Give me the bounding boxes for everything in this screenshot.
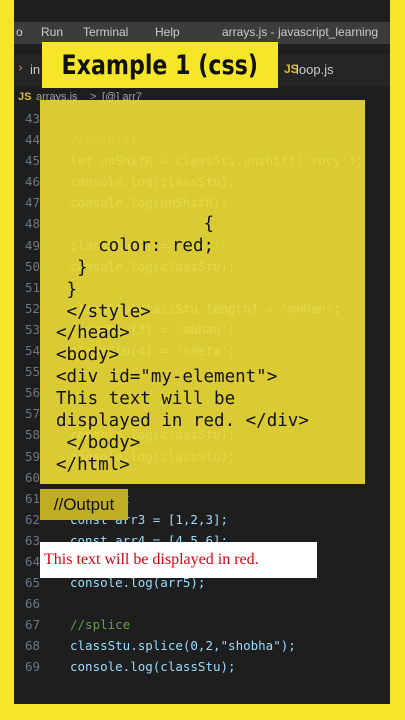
css-code-line: </body> [56,432,141,453]
css-code-line: { [56,214,215,234]
line-number: 43 [24,111,40,126]
menu-item-run[interactable]: Run [41,25,63,39]
line-number: 56 [24,385,40,401]
css-snippet: { color: red; } } </style> </head> <body> <… [56,214,309,477]
css-code-line: displayed in red. </div> [56,411,309,432]
line-number: 69 [24,659,40,675]
line-number: 66 [24,596,40,612]
css-code-line: This text will be [56,389,236,410]
line-number: 62 [24,511,40,527]
css-code-line: </html> [56,454,130,475]
js-file-icon: JS [18,91,32,103]
code-line[interactable]: 68 classStu.splice(0,2,"shobha"); [14,635,390,656]
menu-item-terminal[interactable]: Terminal [83,25,128,39]
line-number: 53 [24,321,40,337]
line-number: 68 [24,638,40,654]
code-line[interactable]: 69 console.log(classStu); [14,656,390,677]
css-code-line: color: red; [56,235,215,256]
code-line[interactable]: 67 //splice [14,614,390,635]
output-preview: This text will be displayed in red. [40,542,317,578]
window-title: arrays.js - javascript_learning [222,25,379,39]
line-number: 52 [24,300,40,316]
css-code-line: </head> [56,323,130,344]
line-number: 45 [24,153,40,169]
line-number: 60 [24,469,40,485]
css-code-line: } [56,257,88,278]
page-title: Example 1 (css) [61,49,259,81]
line-number: 67 [24,617,40,633]
css-code-line: </style> [56,301,151,322]
line-number: 48 [24,216,40,232]
line-number: 46 [24,174,40,190]
code-line[interactable]: 66 [14,593,390,614]
tab-partial-label[interactable]: in [30,62,40,77]
line-number: 44 [24,132,40,148]
line-number: 58 [24,427,40,443]
line-text: classStu.splice(0,2,"shobha"); [70,638,296,654]
line-number: 57 [24,406,40,422]
title-banner: Example 1 (css) [42,42,278,88]
line-text: //splice [70,617,131,633]
line-number: 50 [24,258,40,274]
line-number: 54 [24,343,40,359]
line-number: 49 [24,237,40,253]
menu-item-partial[interactable]: o [16,25,23,39]
chevron-right-icon: › [18,61,24,76]
line-number: 64 [24,553,40,569]
line-number: 63 [24,532,40,548]
line-number: 47 [24,195,40,211]
css-code-line: <div id="my-element"> [56,367,278,388]
line-number: 59 [24,448,40,464]
menu-item-help[interactable]: Help [155,25,180,39]
css-code-line: } [56,279,78,300]
line-text: console.log(classStu); [70,659,236,675]
css-code-line: <body> [56,345,120,366]
line-number: 61 [24,490,40,506]
output-label: //Output [40,489,128,520]
line-number: 65 [24,575,40,591]
line-number: 51 [24,279,40,295]
menu-bar: o Run Terminal Help arrays.js - javascri… [14,22,390,44]
tab-loop-js[interactable]: loop.js [296,62,334,77]
line-number: 55 [24,364,40,380]
